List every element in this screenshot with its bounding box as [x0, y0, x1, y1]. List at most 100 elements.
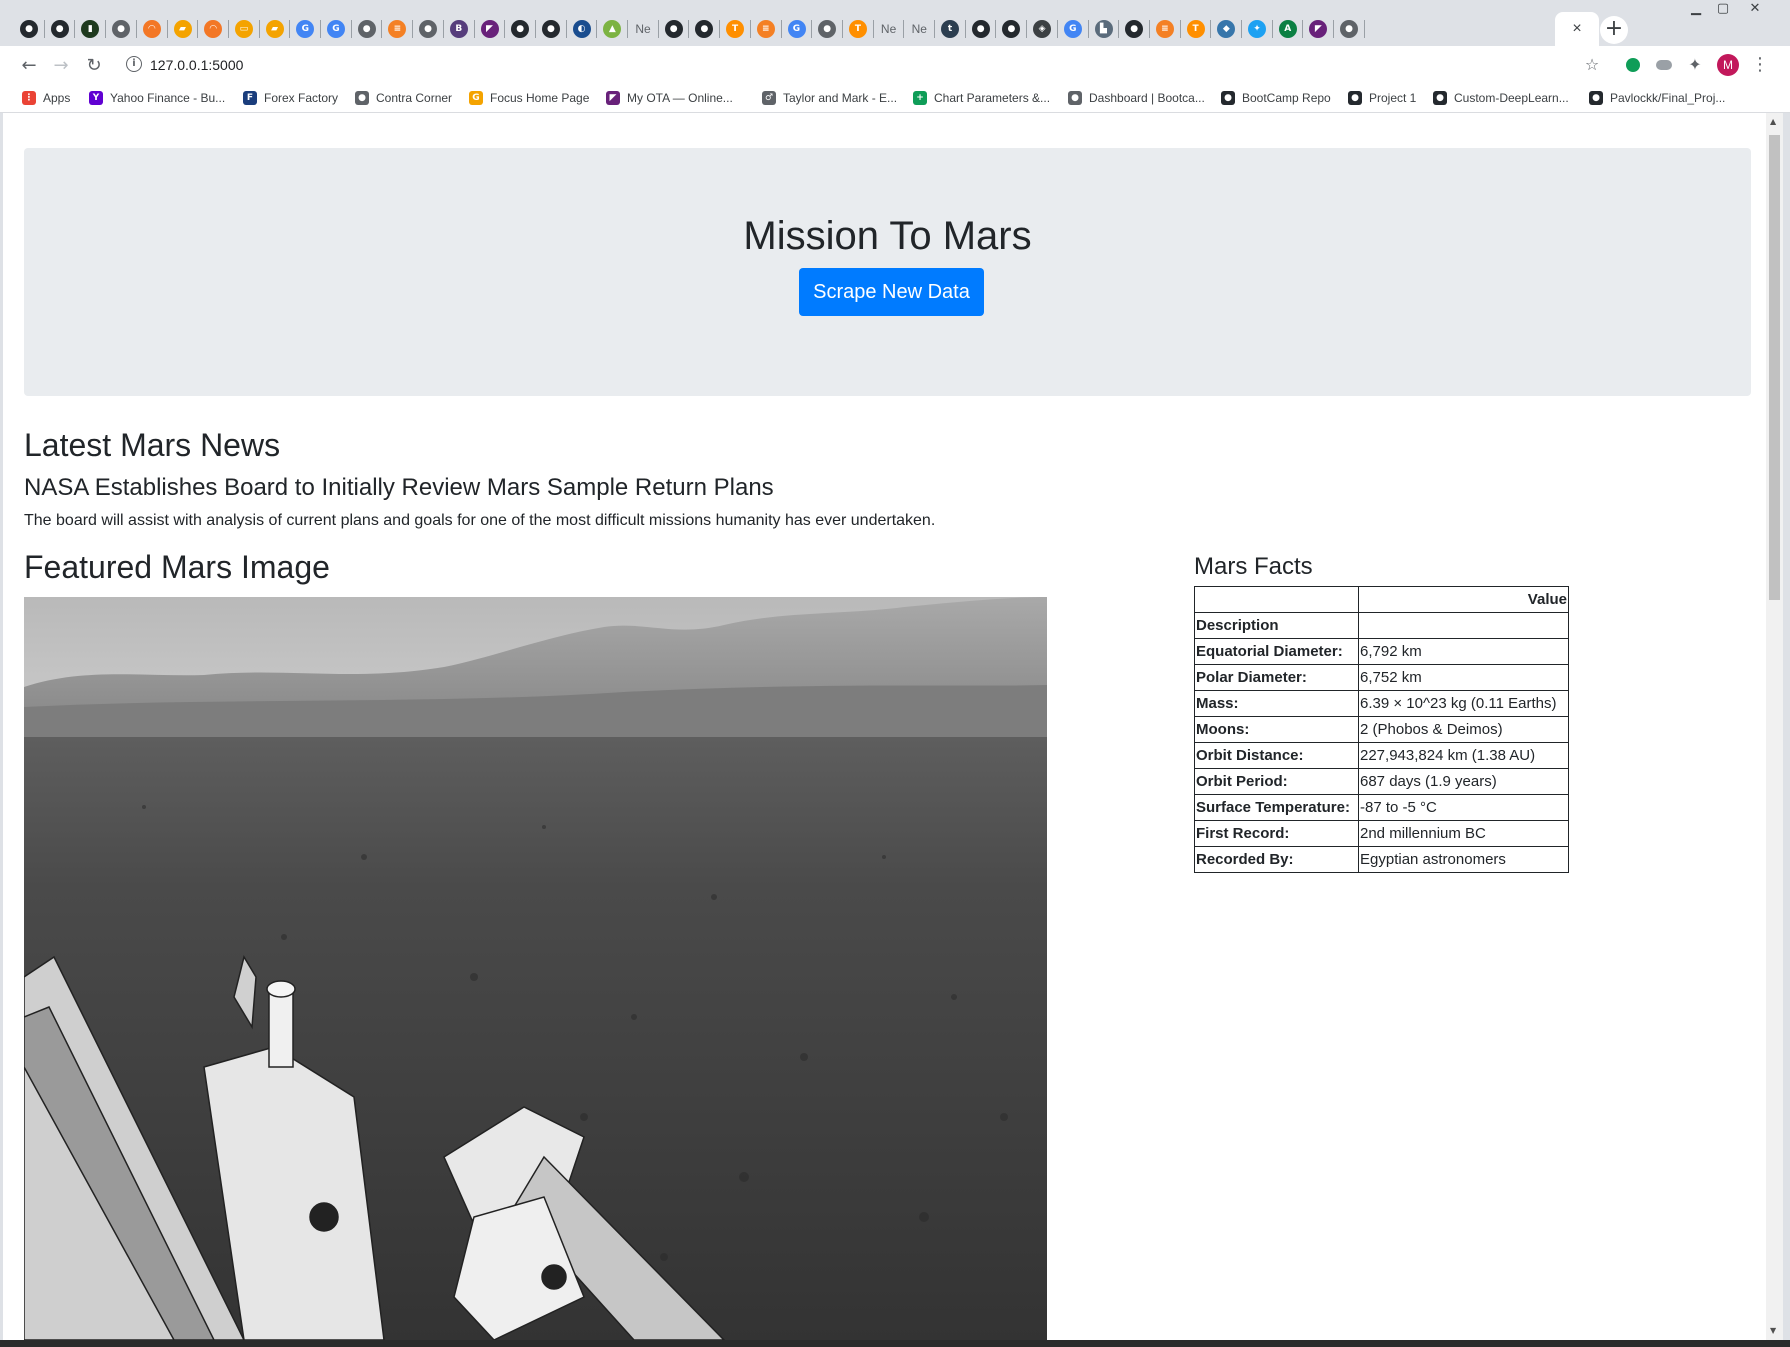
fact-label: Equatorial Diameter: — [1194, 638, 1359, 665]
browser-tab[interactable]: ▰ — [260, 12, 290, 46]
bookmark-item[interactable]: ● Custom-DeepLearn... — [1433, 89, 1569, 107]
back-button[interactable]: ← — [16, 53, 42, 79]
browser-tab[interactable]: ● — [352, 12, 382, 46]
browser-tab[interactable]: B — [444, 12, 474, 46]
browser-tab[interactable]: ● — [996, 12, 1026, 46]
browser-tab[interactable]: G — [290, 12, 320, 46]
reload-button[interactable]: ↻ — [81, 53, 107, 79]
bookmark-label: Custom-DeepLearn... — [1454, 91, 1569, 105]
jupyter-icon: ◠ — [142, 20, 161, 38]
site-info-icon[interactable]: i — [126, 56, 142, 72]
browser-tab[interactable]: Ne — [904, 12, 934, 46]
browser-tab[interactable]: ◤ — [1303, 12, 1333, 46]
page-scrollbar[interactable]: ▲ ▼ — [1766, 113, 1783, 1340]
bookmark-item[interactable]: ● BootCamp Repo — [1221, 89, 1331, 107]
browser-tab[interactable]: ● — [812, 12, 842, 46]
browser-menu-icon[interactable]: ⋮ — [1750, 55, 1770, 75]
browser-tab[interactable]: ● — [413, 12, 443, 46]
browser-tab[interactable]: ● — [45, 12, 75, 46]
bookmark-item[interactable]: F Forex Factory — [243, 89, 338, 107]
browser-tab[interactable]: ≡ — [751, 12, 781, 46]
window-close-icon[interactable]: ✕ — [1742, 0, 1768, 18]
browser-tab[interactable]: ◆ — [1211, 12, 1241, 46]
address-bar[interactable]: i 127.0.0.1:5000 — [116, 50, 1586, 80]
browser-tab[interactable]: A — [1273, 12, 1303, 46]
bookmark-item[interactable]: Y Yahoo Finance - Bu... — [89, 89, 225, 107]
browser-tab[interactable]: G — [321, 12, 351, 46]
scrollbar-thumb[interactable] — [1769, 135, 1780, 600]
github-icon: ● — [1589, 91, 1603, 105]
bookmark-item[interactable]: G Focus Home Page — [469, 89, 589, 107]
url-text[interactable]: 127.0.0.1:5000 — [150, 57, 243, 73]
fact-value: 6,752 km — [1358, 664, 1569, 691]
browser-tab[interactable]: ◠ — [198, 12, 228, 46]
browser-tab[interactable]: ▲ — [597, 12, 627, 46]
tensorflow-icon: T — [1186, 20, 1205, 38]
terminal-icon: ▮ — [81, 20, 100, 38]
browser-tab[interactable]: ● — [14, 12, 44, 46]
browser-tab[interactable]: t — [935, 12, 965, 46]
active-tab[interactable]: × — [1555, 12, 1599, 46]
browser-tab[interactable]: ◐ — [567, 12, 597, 46]
browser-tab[interactable]: ● — [536, 12, 566, 46]
scrape-new-data-button[interactable]: Scrape New Data — [799, 268, 984, 316]
browser-tab[interactable]: ● — [505, 12, 535, 46]
table-row: Orbit Period: 687 days (1.9 years) — [1194, 768, 1569, 795]
description-label: Description — [1194, 612, 1359, 639]
browser-tab[interactable]: ▭ — [229, 12, 259, 46]
bookmark-item[interactable]: ♂ Taylor and Mark - E... — [762, 89, 897, 107]
scroll-up-icon[interactable]: ▲ — [1770, 117, 1776, 126]
browser-tab[interactable]: ≡ — [1150, 12, 1180, 46]
github-icon: ● — [511, 20, 530, 38]
bookmark-item[interactable]: ◤ My OTA — Online... — [606, 89, 733, 107]
extension-shield-icon[interactable] — [1623, 55, 1643, 75]
profile-avatar[interactable]: M — [1717, 54, 1739, 76]
yahoo-icon: Y — [89, 91, 103, 105]
news-heading: Latest Mars News — [24, 427, 281, 463]
table-row: Polar Diameter: 6,752 km — [1194, 664, 1569, 691]
browser-tab[interactable]: ≡ — [382, 12, 412, 46]
stackoverflow-icon: ≡ — [756, 20, 775, 38]
bookmark-item[interactable]: ● Project 1 — [1348, 89, 1416, 107]
forward-button[interactable]: → — [48, 53, 74, 79]
bookmark-item[interactable]: + Chart Parameters &... — [913, 89, 1050, 107]
fact-value: 2nd millennium BC — [1358, 820, 1569, 847]
google-icon: G — [1063, 20, 1082, 38]
maximize-icon[interactable]: ▢ — [1710, 0, 1736, 18]
browser-tab[interactable]: ▙ — [1089, 12, 1119, 46]
bookmark-star-icon[interactable]: ☆ — [1582, 55, 1602, 75]
browser-tab[interactable]: ● — [659, 12, 689, 46]
browser-tab[interactable]: ◈ — [1027, 12, 1057, 46]
browser-tab[interactable]: ✦ — [1242, 12, 1272, 46]
bookmark-item[interactable]: ● Contra Corner — [355, 89, 452, 107]
browser-tab[interactable]: ● — [966, 12, 996, 46]
browser-tab[interactable]: Ne — [628, 12, 658, 46]
new-tab-button[interactable]: + — [1600, 16, 1628, 44]
browser-tab[interactable]: T — [1181, 12, 1211, 46]
scroll-down-icon[interactable]: ▼ — [1770, 1326, 1776, 1335]
browser-tab[interactable]: ◠ — [137, 12, 167, 46]
browser-tab[interactable]: ● — [106, 12, 136, 46]
browser-tab[interactable]: ● — [1334, 12, 1364, 46]
browser-tab[interactable]: ● — [689, 12, 719, 46]
sheets-icon: + — [913, 91, 927, 105]
bookmark-item[interactable]: ⋮ Apps — [22, 89, 70, 107]
browser-tab[interactable]: Ne — [874, 12, 904, 46]
featured-image-heading: Featured Mars Image — [24, 549, 330, 585]
browser-tab[interactable]: G — [1058, 12, 1088, 46]
browser-tab[interactable]: T — [720, 12, 750, 46]
browser-tab[interactable]: ◤ — [475, 12, 505, 46]
browser-tab[interactable]: T — [843, 12, 873, 46]
browser-tab[interactable]: ▮ — [75, 12, 105, 46]
minimize-icon[interactable]: ▁ — [1683, 0, 1709, 18]
bookmark-item[interactable]: ● Pavlockk/Final_Proj... — [1589, 89, 1725, 107]
browser-tab[interactable]: ● — [1119, 12, 1149, 46]
browser-tab[interactable]: ▰ — [168, 12, 198, 46]
news-title: NASA Establishes Board to Initially Revi… — [24, 474, 774, 501]
bookmark-item[interactable]: ● Dashboard | Bootca... — [1068, 89, 1205, 107]
close-tab-icon[interactable]: × — [1572, 20, 1581, 38]
bookmark-label: Focus Home Page — [490, 91, 590, 105]
browser-tab[interactable]: G — [782, 12, 812, 46]
cloud-extension-icon[interactable] — [1654, 55, 1674, 75]
extensions-puzzle-icon[interactable]: ✦ — [1685, 55, 1705, 75]
